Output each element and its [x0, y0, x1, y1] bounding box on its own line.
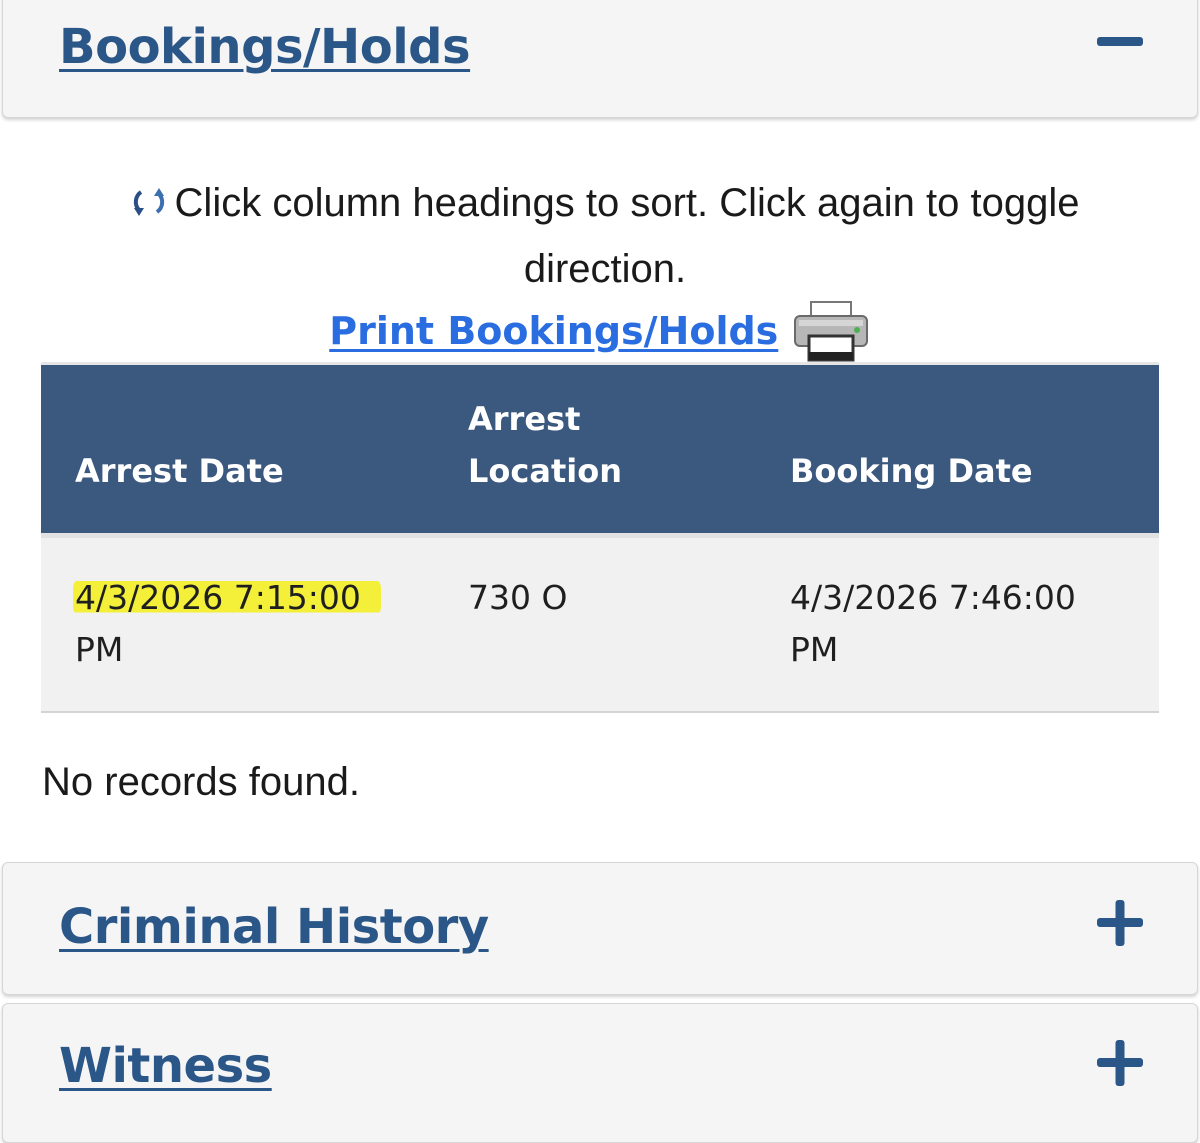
- table-header-row: Arrest Date Arrest Location Booking Date: [41, 362, 1159, 536]
- print-bookings-link[interactable]: Print Bookings/Holds: [329, 309, 778, 353]
- booking-date-cell: 4/3/2026 7:46:00 PM: [759, 533, 1159, 713]
- no-records-message: No records found.: [42, 760, 360, 804]
- bookings-holds-panel: Bookings/Holds: [2, 0, 1198, 118]
- plus-icon[interactable]: [1095, 898, 1145, 948]
- witness-title[interactable]: Witness: [59, 1038, 272, 1094]
- arrest-date-suffix: PM: [75, 630, 124, 669]
- booking-date-value: 4/3/2026 7:46:00: [790, 578, 1076, 617]
- criminal-history-title[interactable]: Criminal History: [59, 899, 489, 955]
- criminal-history-panel: Criminal History: [2, 862, 1198, 995]
- arrest-location-header-line2: Location: [468, 452, 622, 490]
- minus-icon[interactable]: [1095, 18, 1145, 68]
- arrest-location-cell: 730 O: [439, 533, 759, 713]
- table-row: 4/3/2026 7:15:00 PM 730 O 4/3/2026 7:46:…: [41, 533, 1159, 713]
- arrest-date-cell: 4/3/2026 7:15:00 PM: [41, 533, 439, 713]
- column-header-arrest-location[interactable]: Arrest Location: [439, 362, 759, 536]
- column-header-arrest-date[interactable]: Arrest Date: [41, 362, 439, 536]
- print-row: Print Bookings/Holds: [0, 300, 1200, 364]
- sort-hint: Click column headings to sort. Click aga…: [60, 170, 1150, 302]
- sort-hint-text: Click column headings to sort. Click aga…: [174, 181, 1080, 291]
- plus-icon[interactable]: [1095, 1038, 1145, 1088]
- printer-icon[interactable]: [791, 300, 871, 362]
- witness-panel: Witness: [2, 1003, 1198, 1143]
- booking-date-suffix: PM: [790, 630, 839, 669]
- sort-refresh-icon: [131, 174, 167, 216]
- column-header-booking-date[interactable]: Booking Date: [759, 362, 1159, 536]
- bookings-holds-title[interactable]: Bookings/Holds: [59, 19, 471, 75]
- arrest-date-highlight: 4/3/2026 7:15:00: [73, 578, 381, 617]
- arrest-location-header-line1: Arrest: [468, 400, 581, 438]
- bookings-table: Arrest Date Arrest Location Booking Date…: [41, 362, 1159, 713]
